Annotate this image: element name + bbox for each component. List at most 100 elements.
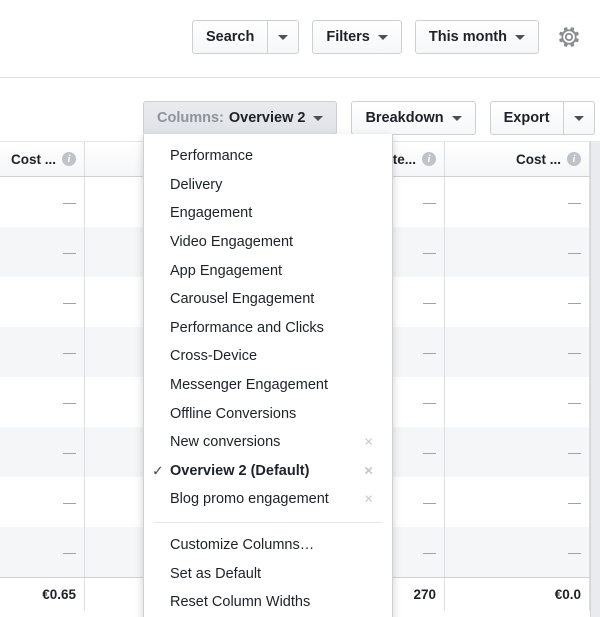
export-dropdown-toggle[interactable] bbox=[564, 101, 595, 135]
table-cell: — bbox=[0, 477, 85, 527]
columns-button[interactable]: Columns: Overview 2 bbox=[143, 101, 337, 135]
table-cell: — bbox=[445, 327, 590, 377]
settings-button[interactable] bbox=[552, 20, 586, 54]
info-icon[interactable]: i bbox=[62, 152, 76, 166]
columns-menu-item-label: Carousel Engagement bbox=[170, 291, 314, 307]
cell-value: — bbox=[568, 395, 581, 410]
columns-menu-item[interactable]: ✓ Overview 2 (Default) × bbox=[144, 457, 392, 486]
cell-value: — bbox=[423, 295, 436, 310]
columns-menu-item-label: Offline Conversions bbox=[170, 406, 296, 422]
ads-manager-screen: Search Filters This month bbox=[0, 0, 600, 617]
columns-menu-item[interactable]: App Engagement bbox=[144, 256, 392, 285]
table-column-header-label: Cost ... bbox=[11, 152, 56, 167]
columns-menu-item[interactable]: Carousel Engagement bbox=[144, 285, 392, 314]
columns-menu-item[interactable]: Messenger Engagement bbox=[144, 371, 392, 400]
chevron-down-icon bbox=[452, 116, 462, 121]
columns-menu-item-label: Messenger Engagement bbox=[170, 377, 328, 393]
search-button-group[interactable]: Search bbox=[192, 20, 299, 54]
chevron-down-icon bbox=[313, 116, 323, 121]
cell-value: — bbox=[423, 445, 436, 460]
search-button[interactable]: Search bbox=[192, 20, 268, 54]
columns-dropdown-menu: Performance Delivery Engagement Video Engag… bbox=[143, 134, 393, 617]
columns-menu-item-label: Blog promo engagement bbox=[170, 491, 329, 507]
columns-menu-action[interactable]: Customize Columns… bbox=[144, 531, 392, 560]
columns-menu-item-label: Overview 2 (Default) bbox=[170, 463, 309, 479]
cell-value: — bbox=[63, 195, 76, 210]
top-toolbar: Search Filters This month bbox=[0, 0, 600, 78]
table-cell: — bbox=[445, 377, 590, 427]
columns-menu-item[interactable]: Delivery bbox=[144, 171, 392, 200]
columns-menu-item-label: Delivery bbox=[170, 177, 222, 193]
columns-button-value: Overview 2 bbox=[229, 110, 306, 126]
breakdown-button[interactable]: Breakdown bbox=[351, 101, 475, 135]
cell-value: — bbox=[568, 445, 581, 460]
info-icon[interactable]: i bbox=[567, 152, 581, 166]
columns-preset-list: Performance Delivery Engagement Video Engag… bbox=[144, 142, 392, 514]
info-icon[interactable]: i bbox=[422, 152, 436, 166]
columns-menu-action[interactable]: Reset Column Widths bbox=[144, 588, 392, 617]
table-column-header[interactable]: Cost ...i bbox=[445, 142, 590, 176]
export-button-group[interactable]: Export bbox=[490, 101, 595, 135]
table-cell: — bbox=[445, 177, 590, 227]
total-value: €0.0 bbox=[555, 587, 581, 602]
remove-preset-icon[interactable]: × bbox=[364, 492, 373, 507]
cell-value: — bbox=[63, 545, 76, 560]
cell-value: — bbox=[63, 245, 76, 260]
cell-value: — bbox=[423, 195, 436, 210]
menu-divider bbox=[154, 522, 382, 523]
cell-value: — bbox=[423, 545, 436, 560]
columns-menu-item-label: Video Engagement bbox=[170, 234, 293, 250]
columns-button-prefix: Columns: bbox=[157, 110, 224, 126]
columns-menu-item-label: Cross-Device bbox=[170, 348, 257, 364]
cell-value: — bbox=[568, 545, 581, 560]
columns-action-list: Customize Columns…Set as Default Reset Co… bbox=[144, 531, 392, 617]
filters-button[interactable]: Filters bbox=[312, 20, 402, 54]
filters-button-label: Filters bbox=[326, 29, 370, 45]
table-cell: — bbox=[445, 277, 590, 327]
columns-menu-item[interactable]: Video Engagement bbox=[144, 228, 392, 257]
columns-menu-item[interactable]: Offline Conversions bbox=[144, 399, 392, 428]
columns-menu-item-label: Performance and Clicks bbox=[170, 320, 324, 336]
date-range-button[interactable]: This month bbox=[415, 20, 539, 54]
table-cell: — bbox=[445, 527, 590, 577]
chevron-down-icon bbox=[515, 35, 525, 40]
cell-value: — bbox=[423, 345, 436, 360]
columns-menu-action-label: Reset Column Widths bbox=[170, 594, 310, 610]
table-cell: — bbox=[0, 227, 85, 277]
columns-menu-item[interactable]: Performance and Clicks bbox=[144, 314, 392, 343]
gear-icon bbox=[556, 24, 582, 50]
table-column-header[interactable]: Cost ... i bbox=[0, 142, 85, 176]
vertical-scrollbar[interactable] bbox=[590, 141, 600, 617]
table-cell: — bbox=[0, 327, 85, 377]
columns-menu-item-label: Performance bbox=[170, 148, 253, 164]
chevron-down-icon bbox=[378, 35, 388, 40]
cell-value: — bbox=[423, 245, 436, 260]
table-cell: — bbox=[445, 227, 590, 277]
columns-menu-item[interactable]: Cross-Device bbox=[144, 342, 392, 371]
cell-value: — bbox=[568, 195, 581, 210]
cell-value: — bbox=[63, 495, 76, 510]
cell-value: — bbox=[63, 345, 76, 360]
remove-preset-icon[interactable]: × bbox=[364, 463, 373, 478]
chevron-down-icon bbox=[278, 35, 288, 40]
cell-value: — bbox=[423, 495, 436, 510]
check-icon: ✓ bbox=[152, 462, 164, 479]
export-button-label: Export bbox=[504, 110, 550, 126]
cell-value: — bbox=[63, 295, 76, 310]
columns-menu-item[interactable]: Blog promo engagement × bbox=[144, 485, 392, 514]
columns-menu-item[interactable]: Performance bbox=[144, 142, 392, 171]
breakdown-button-label: Breakdown bbox=[365, 110, 443, 126]
table-cell: — bbox=[0, 277, 85, 327]
remove-preset-icon[interactable]: × bbox=[364, 435, 373, 450]
columns-menu-item[interactable]: New conversions× bbox=[144, 428, 392, 457]
columns-menu-item[interactable]: Engagement bbox=[144, 199, 392, 228]
table-cell: — bbox=[0, 527, 85, 577]
table-cell: — bbox=[445, 427, 590, 477]
date-range-label: This month bbox=[429, 29, 507, 45]
columns-menu-item-label: Engagement bbox=[170, 205, 252, 221]
table-cell: — bbox=[0, 377, 85, 427]
search-dropdown-toggle[interactable] bbox=[268, 20, 299, 54]
columns-menu-action[interactable]: Set as Default bbox=[144, 559, 392, 588]
total-value: 270 bbox=[413, 587, 436, 602]
export-button[interactable]: Export bbox=[490, 101, 564, 135]
